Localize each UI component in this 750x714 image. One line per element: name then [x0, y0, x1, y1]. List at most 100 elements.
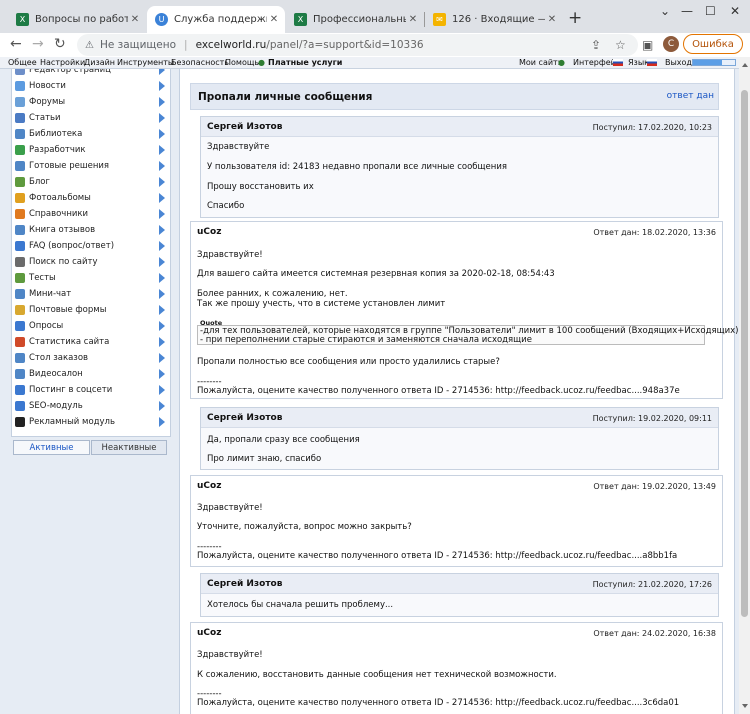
- sidebar-item[interactable]: Форумы: [12, 94, 170, 110]
- tab-inactive-modules[interactable]: Неактивные: [91, 440, 167, 455]
- chevron-right-icon[interactable]: [159, 97, 165, 107]
- back-icon[interactable]: ←: [10, 36, 22, 52]
- close-tab-icon[interactable]: ✕: [128, 14, 142, 25]
- menu-paid-services[interactable]: Платные услуги: [268, 58, 342, 67]
- browser-tab-1[interactable]: X Вопросы по работе фор ✕: [8, 6, 146, 33]
- chevron-right-icon[interactable]: [159, 129, 165, 139]
- sidebar-item[interactable]: Стол заказов: [12, 350, 170, 366]
- chevron-right-icon[interactable]: [159, 385, 165, 395]
- star-icon[interactable]: ☆: [615, 38, 626, 52]
- guestbook-icon: [15, 225, 25, 235]
- sidebar-item[interactable]: Опросы: [12, 318, 170, 334]
- chevron-right-icon[interactable]: [159, 337, 165, 347]
- menu-help[interactable]: Помощь: [225, 58, 259, 67]
- menu-general[interactable]: Общее: [8, 58, 37, 67]
- chevron-right-icon[interactable]: [159, 69, 165, 75]
- sidebar-item[interactable]: Почтовые формы: [12, 302, 170, 318]
- reload-icon[interactable]: ↻: [54, 36, 66, 52]
- refresh-icon[interactable]: ●: [558, 58, 565, 67]
- sidebar-item[interactable]: Библиотека: [12, 126, 170, 142]
- chevron-right-icon[interactable]: [159, 177, 165, 187]
- sidebar-item[interactable]: Тесты: [12, 270, 170, 286]
- chevron-right-icon[interactable]: [159, 369, 165, 379]
- close-tab-icon[interactable]: ✕: [267, 14, 281, 25]
- sidebar-item[interactable]: Новости: [12, 78, 170, 94]
- close-window-icon[interactable]: ✕: [730, 4, 740, 18]
- feedback-link[interactable]: http://feedback.ucoz.ru/feedbac....948a3…: [495, 386, 679, 396]
- chevron-right-icon[interactable]: [159, 401, 165, 411]
- chevron-right-icon[interactable]: [159, 193, 165, 203]
- message-date: Поступил: 21.02.2020, 17:26: [592, 580, 712, 589]
- chevron-right-icon[interactable]: [159, 81, 165, 91]
- maximize-icon[interactable]: ☐: [705, 4, 716, 18]
- tab-active-modules[interactable]: Активные: [13, 440, 90, 455]
- page-scrollbar[interactable]: [739, 57, 750, 714]
- social-icon: [15, 385, 25, 395]
- chevron-right-icon[interactable]: [159, 113, 165, 123]
- feedback-link[interactable]: http://feedback.ucoz.ru/feedbac....3c6da…: [495, 698, 679, 708]
- forward-icon[interactable]: →: [32, 36, 44, 52]
- sidebar-item[interactable]: Мини-чат: [12, 286, 170, 302]
- sidebar-item[interactable]: Рекламный модуль: [12, 414, 170, 430]
- minimize-icon[interactable]: —: [681, 4, 693, 18]
- security-label[interactable]: Не защищено: [100, 39, 176, 51]
- articles-icon: [15, 113, 25, 123]
- feedback-line: Пожалуйста, оцените качество полученного…: [197, 551, 678, 561]
- menu-design[interactable]: Дизайн: [84, 58, 115, 67]
- scroll-down-icon[interactable]: [742, 704, 748, 708]
- menu-language[interactable]: Язык: [628, 58, 649, 67]
- menu-logout[interactable]: Выход: [665, 58, 692, 67]
- sidebar-item[interactable]: SEO-модуль: [12, 398, 170, 414]
- sidebar-item[interactable]: Фотоальбомы: [12, 190, 170, 206]
- sidebar-item[interactable]: Блог: [12, 174, 170, 190]
- omnibox[interactable]: ⚠ Не защищено | excelworld.ru/panel/?a=s…: [77, 34, 638, 56]
- sidebar-item[interactable]: Разработчик: [12, 142, 170, 158]
- reply-status-link[interactable]: ответ дан: [667, 91, 714, 101]
- feedback-line: Пожалуйста, оцените качество полученного…: [197, 386, 680, 396]
- sidebar-item[interactable]: FAQ (вопрос/ответ): [12, 238, 170, 254]
- chevron-right-icon[interactable]: [159, 321, 165, 331]
- chevron-right-icon[interactable]: [159, 225, 165, 235]
- close-tab-icon[interactable]: ✕: [406, 14, 420, 25]
- feedback-link[interactable]: http://feedback.ucoz.ru/feedbac....a8bb1…: [495, 551, 677, 561]
- sidebar-item[interactable]: Справочники: [12, 206, 170, 222]
- chevron-right-icon[interactable]: [159, 241, 165, 251]
- warning-icon[interactable]: ⚠: [85, 40, 94, 51]
- chevron-right-icon[interactable]: [159, 417, 165, 427]
- menu-security[interactable]: Безопасность: [171, 58, 229, 67]
- browser-tab-2[interactable]: U Служба поддержки - Па ✕: [147, 6, 285, 33]
- chevron-right-icon[interactable]: [159, 161, 165, 171]
- sidebar-item[interactable]: Книга отзывов: [12, 222, 170, 238]
- sidebar-item[interactable]: Редактор страниц: [12, 69, 170, 78]
- scrollbar-thumb[interactable]: [741, 90, 748, 617]
- sidebar-item[interactable]: Поиск по сайту: [12, 254, 170, 270]
- chevron-down-icon[interactable]: ⌄: [660, 4, 670, 18]
- sidebar-item[interactable]: Видеосалон: [12, 366, 170, 382]
- error-button[interactable]: Ошибка: [683, 34, 743, 54]
- polls-icon: [15, 321, 25, 331]
- chevron-right-icon[interactable]: [159, 353, 165, 363]
- sidebar-item[interactable]: Готовые решения: [12, 158, 170, 174]
- chevron-right-icon[interactable]: [159, 209, 165, 219]
- browser-tab-4[interactable]: ✉ 126 · Входящие — Янде ✕: [425, 6, 563, 33]
- chevron-right-icon[interactable]: [159, 289, 165, 299]
- feedback-line: Пожалуйста, оцените качество полученного…: [197, 698, 680, 708]
- sidebar-item[interactable]: Статьи: [12, 110, 170, 126]
- avatar[interactable]: С: [663, 36, 679, 52]
- menu-settings[interactable]: Настройки: [40, 58, 85, 67]
- chevron-right-icon[interactable]: [159, 273, 165, 283]
- chevron-right-icon[interactable]: [159, 145, 165, 155]
- sidebar-item[interactable]: Статистика сайта: [12, 334, 170, 350]
- new-tab-icon[interactable]: +: [568, 8, 582, 28]
- sidebar-item[interactable]: Постинг в соцсети: [12, 382, 170, 398]
- browser-tab-3[interactable]: X Профессиональные про ✕: [286, 6, 424, 33]
- chevron-right-icon[interactable]: [159, 305, 165, 315]
- close-tab-icon[interactable]: ✕: [545, 14, 559, 25]
- message-date: Ответ дан: 19.02.2020, 13:49: [593, 482, 716, 491]
- chevron-right-icon[interactable]: [159, 257, 165, 267]
- share-icon[interactable]: ⇪: [591, 38, 601, 52]
- scroll-up-icon[interactable]: [742, 63, 748, 67]
- menu-tools[interactable]: Инструменты: [117, 58, 174, 67]
- sidepanel-icon[interactable]: ▣: [642, 38, 653, 52]
- pages-icon: [15, 69, 25, 75]
